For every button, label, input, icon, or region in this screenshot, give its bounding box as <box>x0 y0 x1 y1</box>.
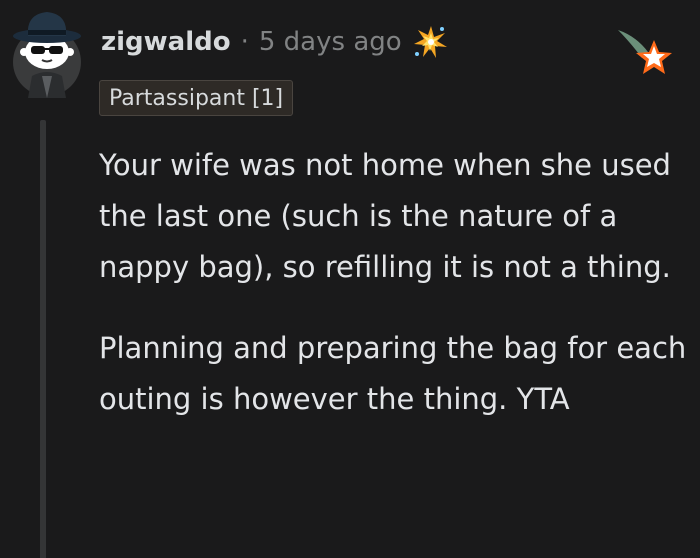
separator-dot: · <box>240 27 249 57</box>
user-flair: Partassipant [1] <box>99 80 294 116</box>
comment-paragraph: Planning and preparing the bag for each … <box>99 331 687 416</box>
comment-body: Your wife was not home when she used the… <box>99 140 689 425</box>
burst-award-icon[interactable] <box>412 23 450 61</box>
comment: zigwaldo · 5 days ago Partassipant [1] Y… <box>0 0 700 558</box>
snoo-avatar-icon <box>13 12 81 98</box>
comment-timestamp[interactable]: 5 days ago <box>259 27 402 57</box>
thread-collapse-line[interactable] <box>40 120 46 558</box>
star-award-icon[interactable] <box>614 26 678 86</box>
user-avatar[interactable] <box>6 6 88 98</box>
comment-header: zigwaldo · 5 days ago <box>101 22 450 62</box>
comment-paragraph: Your wife was not home when she used the… <box>99 148 671 284</box>
username-link[interactable]: zigwaldo <box>101 27 231 57</box>
